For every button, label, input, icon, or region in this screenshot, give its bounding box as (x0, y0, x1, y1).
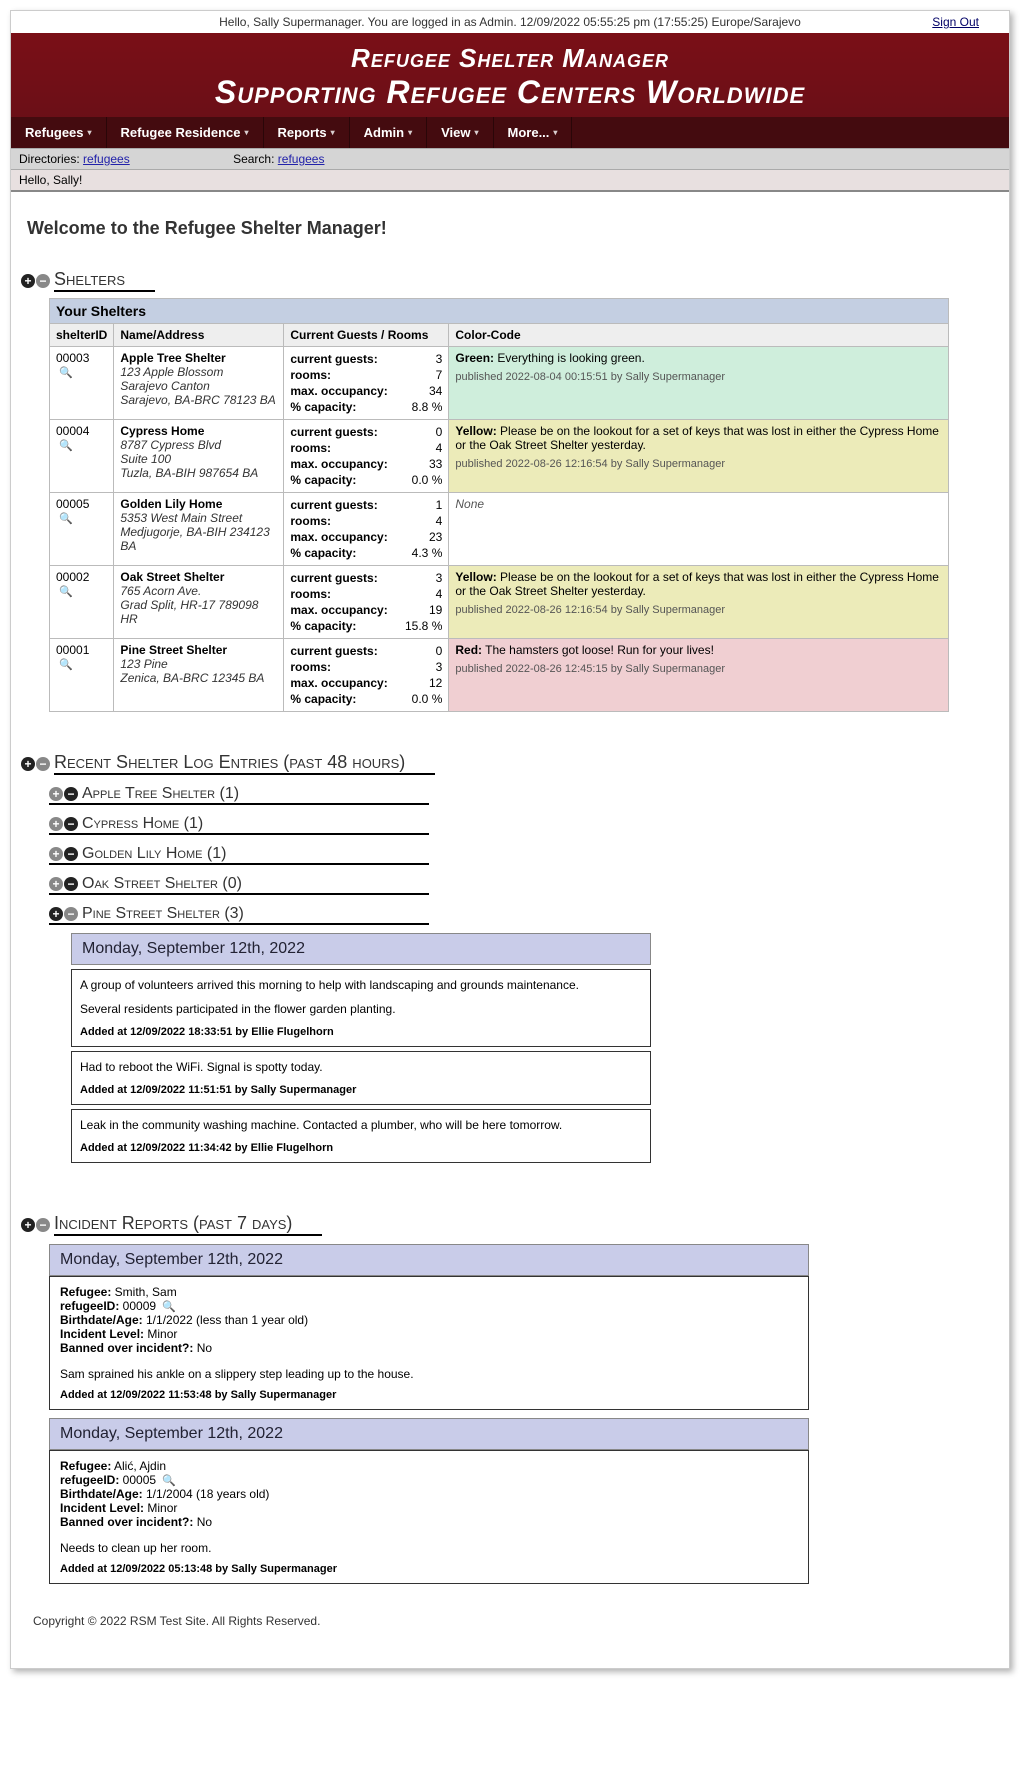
expand-collapse-icon[interactable]: +− (21, 757, 50, 771)
log-shelter-heading: Golden Lily Home (1) (82, 845, 226, 863)
magnify-icon[interactable]: 🔍 (59, 367, 73, 379)
app-title: Refugee Shelter Manager (11, 43, 1009, 74)
log-shelter-heading: Apple Tree Shelter (1) (82, 785, 239, 803)
log-date-header: Monday, September 12th, 2022 (71, 933, 651, 965)
directory-bar: Directories: refugees Search: refugees (11, 148, 1009, 170)
col-shelterid: shelterID (50, 324, 114, 347)
shelters-heading: Shelters (54, 269, 155, 292)
expand-collapse-icon[interactable]: +− (49, 787, 78, 801)
app-header: Refugee Shelter Manager Supporting Refug… (11, 33, 1009, 117)
nav-view[interactable]: View▾ (427, 117, 493, 148)
table-caption: Your Shelters (50, 299, 949, 324)
col-colorcode: Color-Code (449, 324, 948, 347)
log-entry: Had to reboot the WiFi. Signal is spotty… (71, 1051, 651, 1105)
greeting-text: Hello, Sally Supermanager. You are logge… (219, 15, 801, 29)
app-subtitle: Supporting Refugee Centers Worldwide (11, 74, 1009, 111)
table-row: 00004 🔍Cypress Home8787 Cypress BlvdSuit… (50, 420, 949, 493)
recent-log-heading: Recent Shelter Log Entries (past 48 hour… (54, 752, 435, 775)
expand-collapse-icon[interactable]: +− (49, 817, 78, 831)
directories-link[interactable]: refugees (83, 152, 130, 166)
expand-collapse-icon[interactable]: +− (49, 907, 78, 921)
table-row: 00003 🔍Apple Tree Shelter123 Apple Bloss… (50, 347, 949, 420)
incidents-heading: Incident Reports (past 7 days) (54, 1213, 322, 1236)
welcome-heading: Welcome to the Refugee Shelter Manager! (27, 218, 999, 239)
main-nav: Refugees▾Refugee Residence▾Reports▾Admin… (11, 117, 1009, 148)
log-shelter-heading: Cypress Home (1) (82, 815, 203, 833)
sign-out-link[interactable]: Sign Out (932, 15, 979, 29)
magnify-icon[interactable]: 🔍 (162, 1301, 176, 1313)
expand-collapse-icon[interactable]: +− (49, 847, 78, 861)
magnify-icon[interactable]: 🔍 (162, 1475, 176, 1487)
nav-more-[interactable]: More...▾ (494, 117, 573, 148)
log-entry: A group of volunteers arrived this morni… (71, 969, 651, 1047)
directories-label: Directories: (19, 152, 80, 166)
incident-date-header: Monday, September 12th, 2022 (49, 1244, 809, 1276)
top-bar: Hello, Sally Supermanager. You are logge… (11, 11, 1009, 33)
magnify-icon[interactable]: 🔍 (59, 513, 73, 525)
table-row: 00002 🔍Oak Street Shelter765 Acorn Ave.G… (50, 566, 949, 639)
search-label: Search: (233, 152, 274, 166)
magnify-icon[interactable]: 🔍 (59, 440, 73, 452)
magnify-icon[interactable]: 🔍 (59, 586, 73, 598)
col-name: Name/Address (114, 324, 284, 347)
table-row: 00001 🔍Pine Street Shelter123 PineZenica… (50, 639, 949, 712)
footer-text: Copyright © 2022 RSM Test Site. All Righ… (33, 1614, 999, 1628)
nav-reports[interactable]: Reports▾ (264, 117, 350, 148)
log-entry: Leak in the community washing machine. C… (71, 1109, 651, 1163)
expand-collapse-icon[interactable]: +− (21, 274, 50, 288)
nav-admin[interactable]: Admin▾ (350, 117, 427, 148)
magnify-icon[interactable]: 🔍 (59, 659, 73, 671)
hello-bar: Hello, Sally! (11, 170, 1009, 192)
log-shelter-heading: Pine Street Shelter (3) (82, 905, 244, 923)
nav-refugees[interactable]: Refugees▾ (11, 117, 107, 148)
table-row: 00005 🔍Golden Lily Home5353 West Main St… (50, 493, 949, 566)
expand-collapse-icon[interactable]: +− (21, 1218, 50, 1232)
incident-entry: Refugee: Alić, AjdinrefugeeID: 00005 🔍Bi… (49, 1450, 809, 1584)
col-guests: Current Guests / Rooms (284, 324, 449, 347)
expand-collapse-icon[interactable]: +− (49, 877, 78, 891)
incident-date-header: Monday, September 12th, 2022 (49, 1418, 809, 1450)
incident-entry: Refugee: Smith, SamrefugeeID: 00009 🔍Bir… (49, 1276, 809, 1410)
search-link[interactable]: refugees (278, 152, 325, 166)
log-shelter-heading: Oak Street Shelter (0) (82, 875, 242, 893)
shelters-table: Your Shelters shelterID Name/Address Cur… (49, 298, 949, 712)
nav-refugee-residence[interactable]: Refugee Residence▾ (107, 117, 264, 148)
